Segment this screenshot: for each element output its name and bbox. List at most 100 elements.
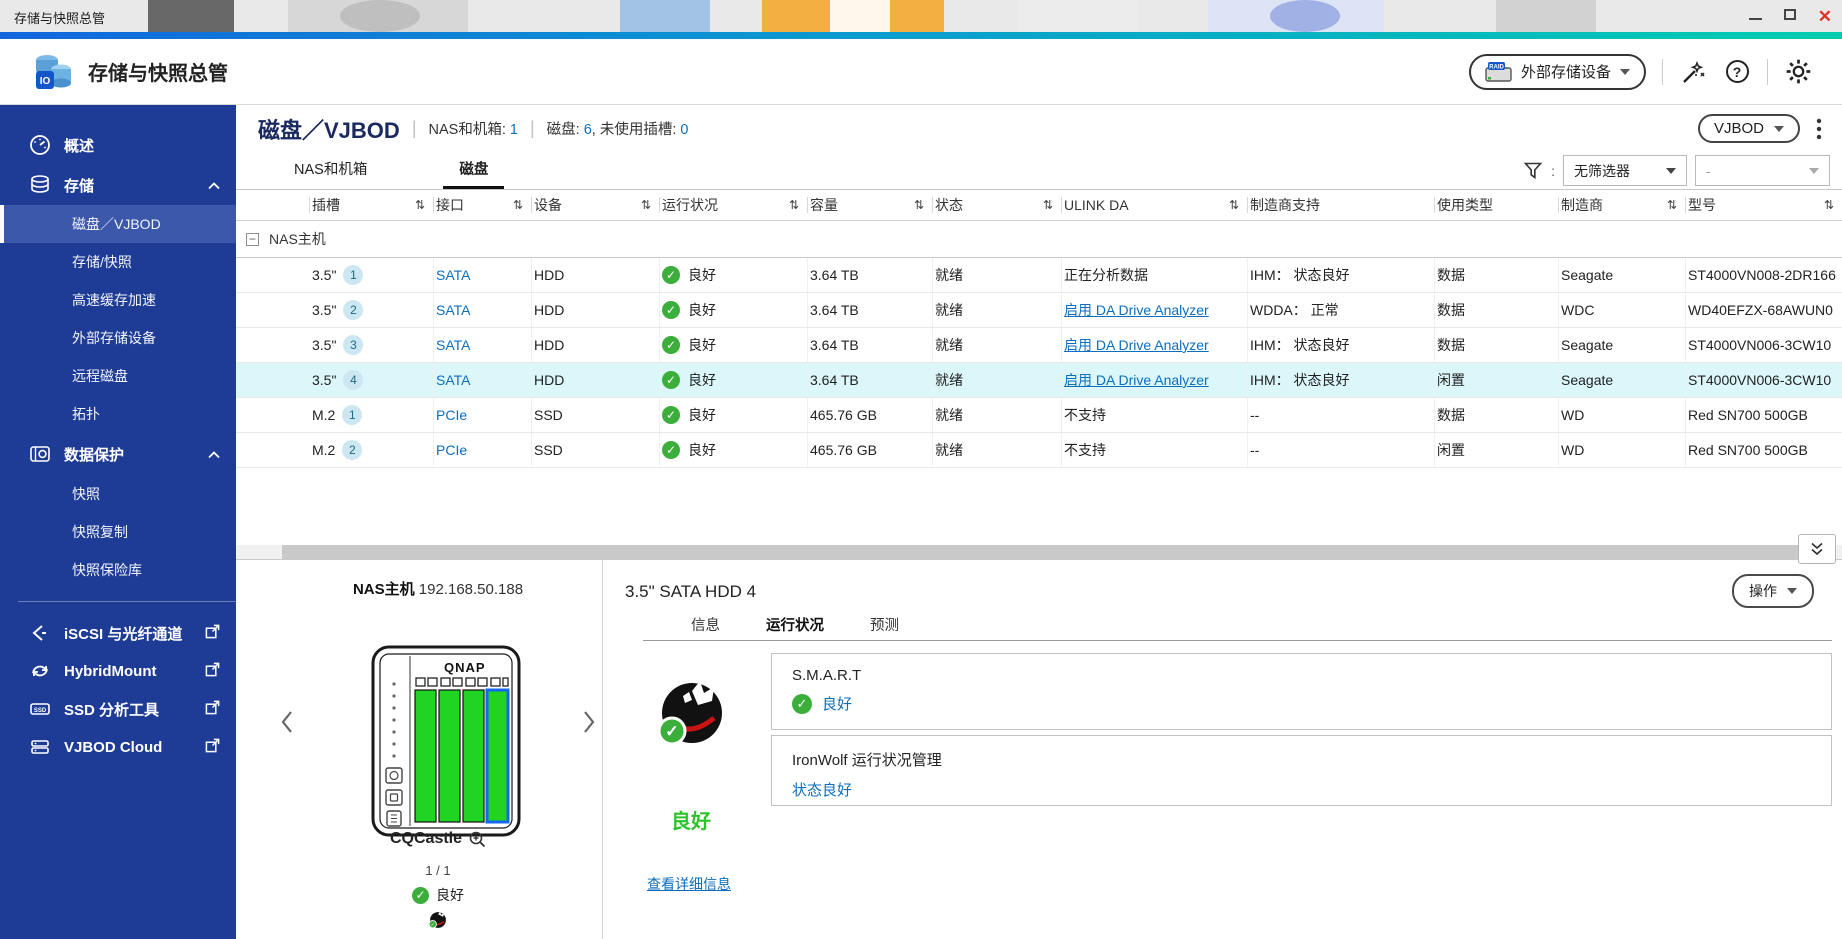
sort-icon[interactable] (789, 198, 799, 212)
scrollbar-thumb[interactable] (282, 545, 1806, 559)
drive-bay-2[interactable] (438, 689, 461, 823)
table-row[interactable]: M.22 PCIe SSD 良好 465.76 GB 就绪 不支持 -- 闲置 … (236, 433, 1842, 468)
sidebar-item-iscsi[interactable]: iSCSI 与光纤通道 (0, 614, 236, 652)
sort-icon[interactable] (1043, 198, 1053, 212)
sidebar-item-snapshot-vault[interactable]: 快照保险库 (0, 551, 236, 589)
table-row[interactable]: M.21 PCIe SSD 良好 465.76 GB 就绪 不支持 -- 数据 … (236, 398, 1842, 433)
sort-icon[interactable] (415, 198, 425, 212)
drive-bay-4-selected[interactable] (485, 688, 510, 824)
interface-link[interactable]: SATA (436, 302, 471, 318)
enable-da-analyzer-link[interactable]: 启用 DA Drive Analyzer (1064, 335, 1209, 355)
sidebar-divider (18, 601, 236, 602)
chevron-up-icon[interactable] (208, 446, 220, 463)
drive-bay-1[interactable] (414, 689, 437, 823)
disk-detail-title: 3.5" SATA HDD 4 (625, 582, 757, 601)
tab-prediction[interactable]: 预测 (870, 610, 899, 640)
svg-text:SSD: SSD (34, 708, 47, 714)
ironwolf-status-link[interactable]: 状态良好 (792, 779, 852, 800)
detail-tabs: 信息 运行状况 预测 (643, 610, 1832, 641)
sidebar-item-cache-acceleration[interactable]: 高速缓存加速 (0, 281, 236, 319)
overall-health-label: 良好 (671, 811, 711, 833)
interface-link[interactable]: PCIe (436, 407, 467, 423)
column-header-vendor-support: 制造商支持 (1248, 197, 1435, 213)
wizard-button[interactable] (1679, 58, 1707, 86)
sidebar-item-external-storage[interactable]: 外部存储设备 (0, 319, 236, 357)
kebab-menu-button[interactable] (1816, 118, 1822, 140)
status-cell: 就绪 (933, 363, 1062, 397)
sidebar-item-ssd-analysis[interactable]: SSD SSD 分析工具 (0, 690, 236, 728)
column-header-model: 型号 (1686, 197, 1842, 213)
sidebar-item-vjbod-cloud[interactable]: VJBOD Cloud (0, 728, 236, 766)
column-header-interface: 接口 (434, 197, 532, 213)
sidebar-item-hybridmount[interactable]: HybridMount (0, 652, 236, 690)
usage-type-cell: 数据 (1435, 258, 1559, 292)
double-chevron-down-icon (1811, 542, 1823, 556)
check-icon (412, 886, 429, 904)
carousel-next-button[interactable] (582, 710, 596, 739)
close-button[interactable]: ✕ (1818, 8, 1832, 25)
sidebar-item-topology[interactable]: 拓扑 (0, 395, 236, 433)
manufacturer-cell: Seagate (1559, 258, 1686, 292)
hybridmount-icon (28, 660, 52, 682)
sidebar-item-disks-vjbod[interactable]: 磁盘／VJBOD (0, 205, 236, 243)
zoom-in-icon[interactable] (469, 831, 486, 848)
sidebar-group-data-protection[interactable]: 数据保护 (0, 433, 236, 475)
tab-health[interactable]: 运行状况 (766, 610, 824, 640)
divider (1767, 58, 1768, 85)
table-row[interactable]: 3.5"3 SATA HDD 良好 3.64 TB 就绪 启用 DA Drive… (236, 328, 1842, 363)
tab-disks[interactable]: 磁盘 (443, 158, 505, 189)
sidebar-item-remote-disk[interactable]: 远程磁盘 (0, 357, 236, 395)
settings-button[interactable] (1784, 58, 1812, 86)
enable-da-analyzer-link[interactable]: 启用 DA Drive Analyzer (1064, 370, 1209, 390)
external-link-icon (205, 700, 220, 719)
chevron-down-icon (1620, 68, 1630, 75)
sort-icon[interactable] (914, 198, 924, 212)
interface-link[interactable]: SATA (436, 372, 471, 388)
sidebar-item-storage-snapshots[interactable]: 存储/快照 (0, 243, 236, 281)
sort-icon[interactable] (1667, 198, 1677, 212)
health-cell: 良好 (660, 293, 808, 327)
interface-link[interactable]: SATA (436, 337, 471, 353)
sidebar-item-snapshot-replica[interactable]: 快照复制 (0, 513, 236, 551)
ironwolf-health-icon: ✓ (657, 681, 722, 746)
desktop-icon-backdrop (830, 0, 890, 32)
carousel-prev-button[interactable] (280, 710, 294, 739)
stat-nas-count: NAS和机箱: 1 (428, 122, 518, 138)
sort-icon[interactable] (1824, 198, 1834, 212)
nas-device-illustration[interactable]: QNAP (370, 644, 522, 838)
brand-gradient-bar (0, 32, 1842, 39)
filter-select-primary[interactable]: 无筛选器 (1563, 155, 1687, 186)
maximize-button[interactable] (1783, 7, 1796, 25)
drive-bay-3[interactable] (462, 689, 485, 823)
sort-icon[interactable] (1229, 198, 1239, 212)
sidebar-item-snapshots[interactable]: 快照 (0, 475, 236, 513)
sort-icon[interactable] (513, 198, 523, 212)
device-cell: HDD (532, 293, 660, 327)
filter-select-secondary[interactable]: - (1695, 155, 1830, 186)
horizontal-scrollbar (236, 545, 1842, 559)
enable-da-analyzer-link[interactable]: 启用 DA Drive Analyzer (1064, 300, 1209, 320)
help-button[interactable]: ? (1723, 58, 1751, 86)
table-row-selected[interactable]: 3.5"4 SATA HDD 良好 3.64 TB 就绪 启用 DA Drive… (236, 363, 1842, 398)
tab-information[interactable]: 信息 (691, 610, 720, 640)
sidebar-group-storage[interactable]: 存储 (0, 165, 236, 205)
chevron-up-icon[interactable] (208, 177, 220, 194)
vjbod-dropdown-button[interactable]: VJBOD (1697, 114, 1800, 143)
interface-link[interactable]: SATA (436, 267, 471, 283)
view-details-link[interactable]: 查看详细信息 (647, 874, 731, 894)
table-row[interactable]: 3.5"2 SATA HDD 良好 3.64 TB 就绪 启用 DA Drive… (236, 293, 1842, 328)
slot-cell: M.2 2 (310, 433, 434, 467)
smart-status-link[interactable]: 良好 (822, 693, 852, 714)
sort-icon[interactable] (641, 198, 651, 212)
stat-unused-slots: , 未使用插槽: 0 (591, 122, 689, 138)
sidebar-item-overview[interactable]: 概述 (0, 125, 236, 165)
external-link-icon (205, 738, 220, 757)
collapse-panel-button[interactable] (1798, 534, 1836, 564)
interface-link[interactable]: PCIe (436, 442, 467, 458)
tab-nas-enclosure[interactable]: NAS和机箱 (278, 158, 383, 189)
external-device-button[interactable]: RAID 外部存储设备 (1468, 53, 1646, 90)
minimize-button[interactable] (1748, 7, 1762, 25)
table-row[interactable]: 3.5"1 SATA HDD 良好 3.64 TB 就绪 正在分析数据 IHM：… (236, 258, 1842, 293)
action-dropdown-button[interactable]: 操作 (1732, 574, 1814, 608)
collapse-group-icon[interactable]: − (246, 232, 259, 246)
